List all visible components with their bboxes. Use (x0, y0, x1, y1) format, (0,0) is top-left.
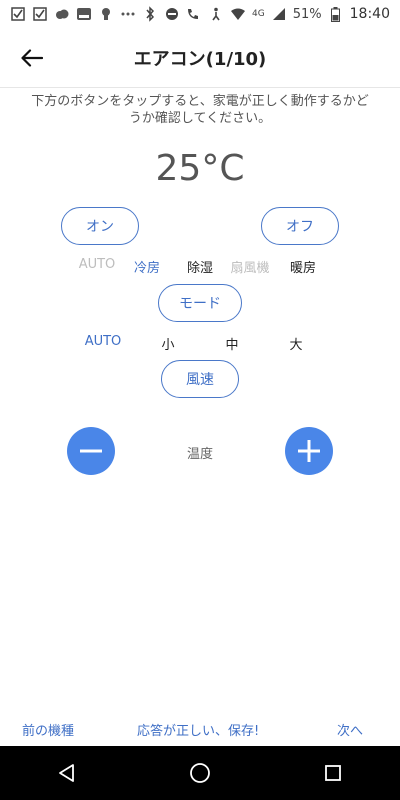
fan-speed-option: 大 (289, 338, 303, 353)
power-off-button[interactable]: オフ (261, 207, 339, 245)
temperature-display: 25°C (155, 148, 245, 189)
battery-percent: 51% (292, 6, 322, 22)
triangle-back-icon (58, 764, 74, 782)
pay-app-icon (76, 6, 92, 22)
do-not-disturb-icon (164, 6, 180, 22)
temperature-down-button[interactable] (67, 427, 115, 475)
arrow-left-icon (21, 49, 43, 67)
fan-speed-option: AUTO (84, 334, 122, 349)
notification-icons (10, 6, 136, 22)
mode-option: 扇風機 (230, 261, 270, 276)
status-bar: 4G 51% 18:40 (0, 0, 400, 28)
mode-option: 除湿 (186, 261, 213, 276)
mode-button[interactable]: モード (158, 284, 242, 322)
battery-icon (328, 6, 344, 22)
checkbox-notification-icon (32, 6, 48, 22)
nav-recents-button[interactable] (313, 753, 353, 793)
system-icons: 4G 51% 18:40 (142, 6, 390, 22)
circle-home-icon (190, 763, 210, 783)
mode-option: 冷房 (133, 261, 160, 276)
fan-speed-option: 中 (225, 338, 239, 353)
mode-option: 暖房 (289, 261, 316, 276)
wifi-icon (230, 6, 246, 22)
accessibility-icon (208, 6, 224, 22)
temperature-label: 温度 (186, 447, 213, 462)
fan-speed-button[interactable]: 風速 (161, 360, 239, 398)
minus-icon (80, 449, 102, 453)
system-nav-bar (0, 746, 400, 800)
clock: 18:40 (349, 6, 390, 22)
instruction-text: 下方のボタンをタップすると、家電が正しく動作するかどうか確認してください。 (31, 94, 369, 126)
bluetooth-icon (142, 6, 158, 22)
app-bar: エアコン(1/10) (0, 28, 400, 88)
next-link[interactable]: 次へ (337, 720, 363, 739)
previous-model-link[interactable]: 前の機種 (22, 720, 74, 739)
mode-option: AUTO (78, 257, 116, 272)
more-notifications-icon (120, 6, 136, 22)
page-title: エアコン(1/10) (133, 48, 267, 70)
save-correct-response-link[interactable]: 応答が正しい、保存! (137, 720, 259, 739)
square-recents-icon (325, 765, 342, 781)
power-on-button[interactable]: オン (61, 207, 139, 245)
temperature-up-button[interactable] (285, 427, 333, 475)
fan-speed-option: 小 (161, 338, 175, 353)
wifi-calling-icon (186, 6, 202, 22)
keyhole-icon (98, 6, 114, 22)
cell-signal-icon (271, 6, 287, 22)
plus-icon (298, 440, 320, 462)
checkbox-notification-icon (10, 6, 26, 22)
weather-cloud-icon (54, 6, 70, 22)
nav-home-button[interactable] (180, 753, 220, 793)
nav-back-button[interactable] (47, 753, 87, 793)
back-button[interactable] (18, 44, 46, 72)
network-type-label: 4G (252, 9, 265, 19)
